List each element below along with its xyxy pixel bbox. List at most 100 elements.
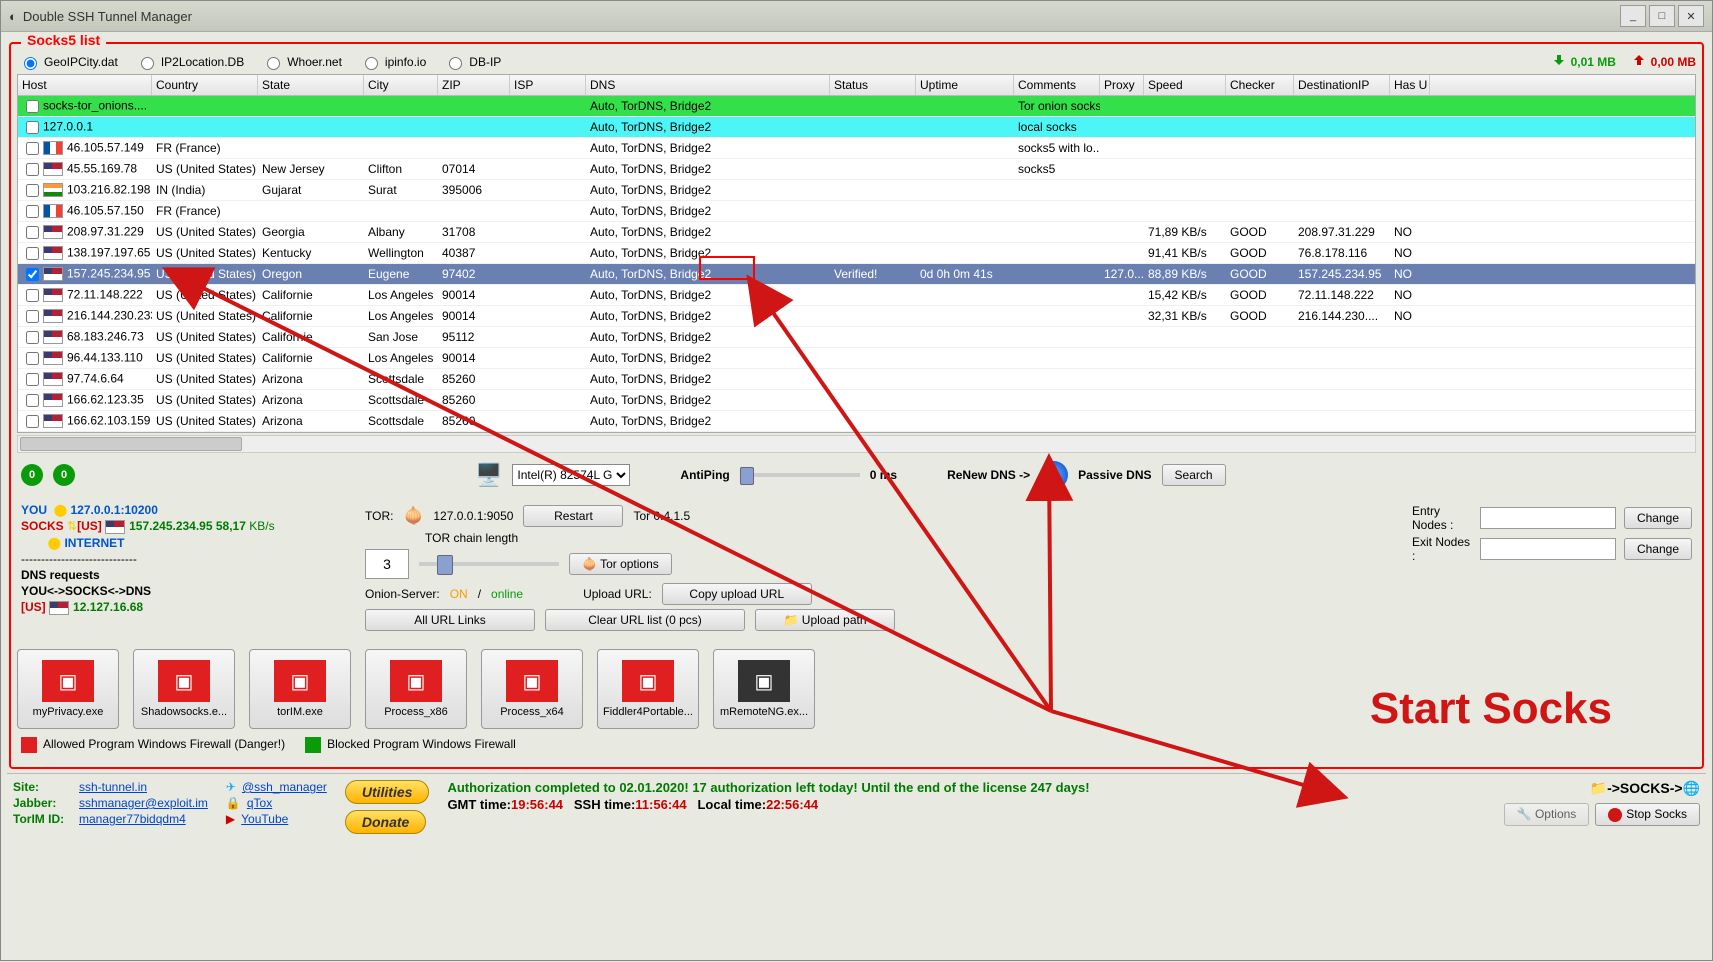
antiping-slider[interactable] — [740, 473, 860, 477]
col-uptime[interactable]: Uptime — [916, 75, 1014, 95]
app-button-0[interactable]: ▣myPrivacy.exe — [17, 649, 119, 729]
donate-button[interactable]: Donate — [345, 810, 426, 834]
table-row[interactable]: 72.11.148.222US (United States)Californi… — [18, 285, 1695, 306]
dns-globe-icon[interactable] — [1040, 461, 1068, 489]
app-button-5[interactable]: ▣Fiddler4Portable... — [597, 649, 699, 729]
table-row[interactable]: 216.144.230.233US (United States)Califor… — [18, 306, 1695, 327]
col-state[interactable]: State — [258, 75, 364, 95]
youtube-link[interactable]: YouTube — [241, 812, 288, 826]
row-checkbox[interactable] — [26, 310, 39, 323]
entry-change-button[interactable]: Change — [1624, 507, 1692, 529]
table-row[interactable]: 103.216.82.198IN (India)GujaratSurat3950… — [18, 180, 1695, 201]
col-has u[interactable]: Has U — [1390, 75, 1430, 95]
tor-restart-button[interactable]: Restart — [523, 505, 623, 527]
tor-options-button[interactable]: 🧅 Tor options — [569, 553, 672, 575]
row-checkbox[interactable] — [26, 247, 39, 260]
jabber-link[interactable]: sshmanager@exploit.im — [79, 796, 208, 810]
geo-radio-0[interactable]: GeoIPCity.dat — [19, 54, 118, 70]
col-checker[interactable]: Checker — [1226, 75, 1294, 95]
clear-url-list-button[interactable]: Clear URL list (0 pcs) — [545, 609, 745, 631]
stop-socks-button[interactable]: Stop Socks — [1595, 803, 1700, 826]
site-label: Site: — [13, 780, 73, 794]
table-row[interactable]: 97.74.6.64US (United States)ArizonaScott… — [18, 369, 1695, 390]
app-button-2[interactable]: ▣torIM.exe — [249, 649, 351, 729]
row-checkbox[interactable] — [26, 352, 39, 365]
maximize-button[interactable]: □ — [1649, 5, 1675, 27]
col-isp[interactable]: ISP — [510, 75, 586, 95]
col-country[interactable]: Country — [152, 75, 258, 95]
col-host[interactable]: Host — [18, 75, 152, 95]
app-button-1[interactable]: ▣Shadowsocks.e... — [133, 649, 235, 729]
table-row[interactable]: 127.0.0.1Auto, TorDNS, Bridge2local sock… — [18, 117, 1695, 138]
options-button[interactable]: 🔧 Options — [1504, 803, 1590, 826]
entry-nodes-input[interactable] — [1480, 507, 1616, 529]
table-row[interactable]: 46.105.57.149FR (France)Auto, TorDNS, Br… — [18, 138, 1695, 159]
cell-zip: 40387 — [438, 245, 510, 261]
upload-path-button[interactable]: 📁 Upload path — [755, 609, 895, 631]
col-status[interactable]: Status — [830, 75, 916, 95]
table-row[interactable]: 208.97.31.229US (United States)GeorgiaAl… — [18, 222, 1695, 243]
row-checkbox[interactable] — [26, 184, 39, 197]
torim-link[interactable]: manager77bidqdm4 — [79, 812, 186, 826]
col-destinationip[interactable]: DestinationIP — [1294, 75, 1390, 95]
cell-isp — [510, 126, 586, 128]
table-row[interactable]: 157.245.234.95US (United States)OregonEu… — [18, 264, 1695, 285]
app-window: ◐ Double SSH Tunnel Manager _ □ ✕ Socks5… — [0, 0, 1713, 961]
all-url-links-button[interactable]: All URL Links — [365, 609, 535, 631]
row-checkbox[interactable] — [26, 394, 39, 407]
cell-checker — [1226, 336, 1294, 338]
geo-radio-2[interactable]: Whoer.net — [262, 54, 342, 70]
minimize-button[interactable]: _ — [1620, 5, 1646, 27]
tor-chain-input[interactable] — [365, 549, 409, 579]
telegram-link[interactable]: @ssh_manager — [242, 780, 327, 794]
col-zip[interactable]: ZIP — [438, 75, 510, 95]
close-button[interactable]: ✕ — [1678, 5, 1704, 27]
row-checkbox[interactable] — [26, 268, 39, 281]
col-proxy[interactable]: Proxy — [1100, 75, 1144, 95]
row-checkbox[interactable] — [26, 373, 39, 386]
table-row[interactable]: 166.62.123.35US (United States)ArizonaSc… — [18, 390, 1695, 411]
table-row[interactable]: 46.105.57.150FR (France)Auto, TorDNS, Br… — [18, 201, 1695, 222]
row-checkbox[interactable] — [26, 226, 39, 239]
app-button-6[interactable]: ▣mRemoteNG.ex... — [713, 649, 815, 729]
row-checkbox[interactable] — [26, 205, 39, 218]
search-button[interactable]: Search — [1162, 464, 1226, 486]
col-city[interactable]: City — [364, 75, 438, 95]
row-checkbox[interactable] — [26, 142, 39, 155]
cell-isp — [510, 399, 586, 401]
copy-upload-url-button[interactable]: Copy upload URL — [662, 583, 812, 605]
scroll-thumb[interactable] — [20, 437, 242, 451]
geo-radio-1[interactable]: IP2Location.DB — [136, 54, 244, 70]
status-dot-2[interactable]: 0 — [53, 464, 75, 486]
table-row[interactable]: 68.183.246.73US (United States)Californi… — [18, 327, 1695, 348]
row-checkbox[interactable] — [26, 289, 39, 302]
table-row[interactable]: 166.62.103.159US (United States)ArizonaS… — [18, 411, 1695, 432]
geo-db-radios: GeoIPCity.dat IP2Location.DB Whoer.net i… — [17, 50, 503, 74]
hscrollbar[interactable] — [17, 435, 1696, 453]
row-checkbox[interactable] — [26, 331, 39, 344]
qtox-link[interactable]: qTox — [247, 796, 272, 810]
cell-speed — [1144, 168, 1226, 170]
row-checkbox[interactable] — [26, 415, 39, 428]
col-comments[interactable]: Comments — [1014, 75, 1100, 95]
site-link[interactable]: ssh-tunnel.in — [79, 780, 147, 794]
row-checkbox[interactable] — [26, 100, 39, 113]
col-speed[interactable]: Speed — [1144, 75, 1226, 95]
app-button-3[interactable]: ▣Process_x86 — [365, 649, 467, 729]
table-row[interactable]: 96.44.133.110US (United States)Californi… — [18, 348, 1695, 369]
status-dot-1[interactable]: 0 — [21, 464, 43, 486]
geo-radio-3[interactable]: ipinfo.io — [360, 54, 426, 70]
geo-radio-4[interactable]: DB-IP — [444, 54, 501, 70]
table-row[interactable]: 138.197.197.65US (United States)Kentucky… — [18, 243, 1695, 264]
app-button-4[interactable]: ▣Process_x64 — [481, 649, 583, 729]
exit-nodes-input[interactable] — [1480, 538, 1616, 560]
utilities-button[interactable]: Utilities — [345, 780, 430, 804]
tor-chain-slider[interactable] — [419, 562, 559, 566]
table-row[interactable]: socks-tor_onions....Auto, TorDNS, Bridge… — [18, 96, 1695, 117]
row-checkbox[interactable] — [26, 163, 39, 176]
adapter-select[interactable]: Intel(R) 82574L G — [512, 464, 630, 486]
exit-change-button[interactable]: Change — [1624, 538, 1692, 560]
table-row[interactable]: 45.55.169.78US (United States)New Jersey… — [18, 159, 1695, 180]
row-checkbox[interactable] — [26, 121, 39, 134]
col-dns[interactable]: DNS — [586, 75, 830, 95]
